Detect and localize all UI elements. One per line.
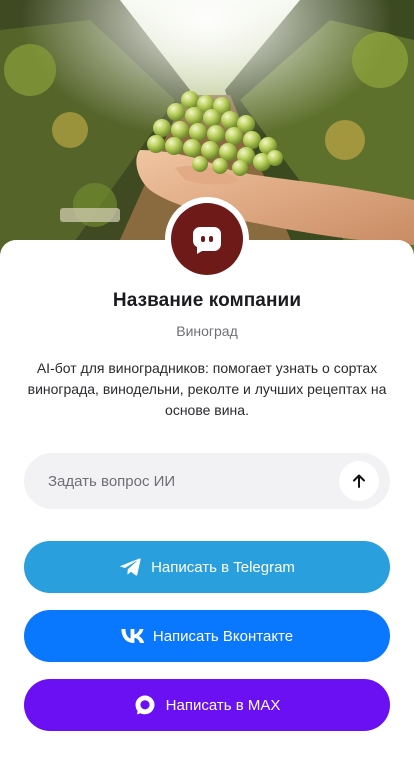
write-telegram-button[interactable]: Написать в Telegram [24, 541, 390, 593]
write-max-label: Написать в MAX [165, 696, 281, 714]
write-max-button[interactable]: Написать в MAX [24, 679, 390, 731]
write-vk-button[interactable]: Написать Вконтакте [24, 610, 390, 662]
company-name: Название компании [112, 290, 302, 311]
company-category: Виноград [176, 323, 238, 339]
avatar [165, 197, 249, 281]
ask-ai-field [24, 453, 390, 509]
vk-icon [121, 629, 145, 643]
company-description: AI-бот для виноградников: помогает узнат… [27, 360, 387, 418]
write-telegram-label: Написать в Telegram [151, 558, 295, 576]
ask-ai-input[interactable] [24, 453, 324, 509]
max-icon [134, 694, 156, 716]
company-page: Название компании Виноград AI-бот для ви… [0, 0, 414, 770]
write-vk-label: Написать Вконтакте [152, 627, 294, 645]
send-button[interactable] [339, 461, 379, 501]
telegram-icon [119, 557, 141, 577]
chat-bot-icon [171, 203, 243, 275]
arrow-up-icon [351, 473, 367, 489]
